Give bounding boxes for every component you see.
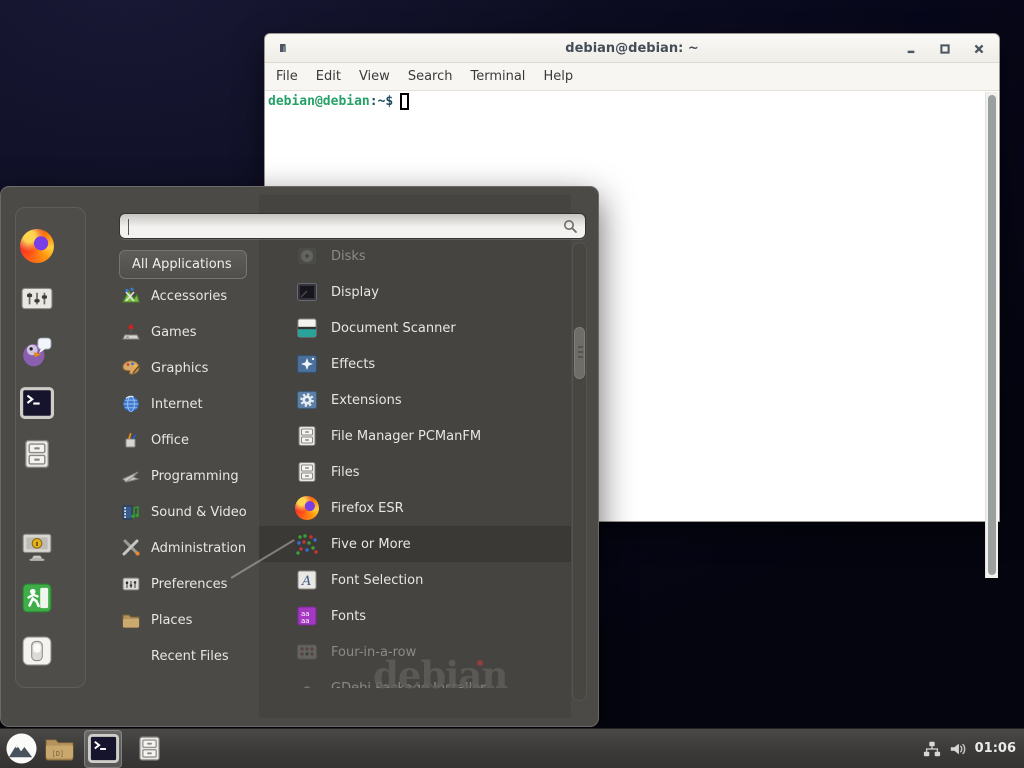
clock[interactable]: 01:06 [975, 741, 1016, 756]
accessories-icon [121, 286, 141, 306]
gdebi-icon [295, 676, 319, 688]
terminal-cursor [400, 93, 409, 110]
favorite-lock-screen-icon[interactable] [20, 529, 54, 563]
file-cabinet-icon [295, 460, 319, 484]
desktop: debian@debian: ~ File Edit View Search T… [0, 0, 1024, 768]
games-icon [121, 322, 141, 342]
search-input[interactable] [120, 214, 562, 238]
terminal-scrollbar-thumb[interactable] [988, 95, 996, 575]
apps-list: Disks Display Document Scanner Effects E… [259, 241, 571, 688]
category-all-applications[interactable]: All Applications [119, 250, 247, 279]
display-icon [295, 280, 319, 304]
graphics-icon [121, 358, 141, 378]
svg-text:A: A [301, 574, 311, 589]
firefox-icon [295, 496, 319, 520]
category-accessories[interactable]: Accessories [115, 278, 261, 314]
network-icon[interactable] [923, 740, 941, 758]
favorite-terminal-icon[interactable] [20, 386, 54, 420]
taskbar-terminal-button[interactable] [84, 730, 122, 768]
category-games[interactable]: Games [115, 314, 261, 350]
text-caret [128, 219, 129, 235]
document-scanner-icon [295, 316, 319, 340]
preferences-icon [121, 574, 141, 594]
app-item-extensions[interactable]: Extensions [259, 382, 571, 418]
search-icon [562, 218, 578, 234]
app-item-document-scanner[interactable]: Document Scanner [259, 310, 571, 346]
menu-item-edit[interactable]: Edit [307, 65, 350, 88]
menu-button[interactable] [2, 730, 40, 768]
places-folder-icon [121, 610, 141, 630]
app-item-disks[interactable]: Disks [259, 241, 571, 274]
app-item-display[interactable]: Display [259, 274, 571, 310]
favorite-shutdown-icon[interactable] [20, 634, 54, 668]
menu-item-view[interactable]: View [350, 65, 399, 88]
volume-icon[interactable] [949, 740, 967, 758]
app-item-fonts[interactable]: aaaa Fonts [259, 598, 571, 634]
menu-item-help[interactable]: Help [534, 65, 582, 88]
favorite-pidgin-icon[interactable] [20, 334, 54, 368]
fonts-icon: aaaa [295, 604, 319, 628]
category-graphics[interactable]: Graphics [115, 350, 261, 386]
prompt-user-host: debian@debian [268, 94, 370, 109]
favorite-logout-icon[interactable] [20, 581, 54, 615]
extensions-gear-icon [295, 388, 319, 412]
terminal-titlebar[interactable]: debian@debian: ~ [265, 34, 999, 63]
prompt-path: :~$ [370, 94, 393, 109]
four-in-a-row-icon [295, 640, 319, 664]
category-places[interactable]: Places [115, 602, 261, 638]
app-item-five-or-more[interactable]: Five or More [259, 526, 571, 562]
internet-icon [121, 394, 141, 414]
administration-icon [121, 538, 141, 558]
five-or-more-icon [295, 532, 319, 556]
close-icon[interactable] [973, 43, 985, 55]
app-item-firefox-esr[interactable]: Firefox ESR [259, 490, 571, 526]
search-box[interactable] [119, 213, 586, 239]
taskbar: [D] 01:06 [0, 728, 1024, 768]
applications-menu: All Applications Accessories Games Graph… [0, 186, 599, 727]
programming-icon [121, 466, 141, 486]
apps-scrollbar[interactable] [572, 242, 587, 701]
menu-item-search[interactable]: Search [399, 65, 462, 88]
taskbar-folder-icon[interactable]: [D] [40, 730, 78, 768]
sound-video-icon [121, 502, 141, 522]
svg-text:aa: aa [301, 617, 310, 625]
app-item-effects[interactable]: Effects [259, 346, 571, 382]
category-internet[interactable]: Internet [115, 386, 261, 422]
effects-icon [295, 352, 319, 376]
font-selection-icon: A [295, 568, 319, 592]
app-item-file-manager-pcmanfm[interactable]: File Manager PCManFM [259, 418, 571, 454]
terminal-menubar: File Edit View Search Terminal Help [265, 63, 999, 91]
menu-item-terminal[interactable]: Terminal [461, 65, 534, 88]
category-sound-video[interactable]: Sound & Video [115, 494, 261, 530]
debian-watermark: debian [373, 653, 507, 697]
shell-prompt: debian@debian:~$ [268, 93, 409, 110]
favorite-firefox-icon[interactable] [20, 229, 54, 263]
file-cabinet-icon [295, 424, 319, 448]
terminal-scrollbar[interactable] [985, 92, 998, 578]
category-programming[interactable]: Programming [115, 458, 261, 494]
category-administration[interactable]: Administration [115, 530, 261, 566]
office-icon [121, 430, 141, 450]
category-recent-files[interactable]: Recent Files [115, 638, 261, 674]
terminal-window-icon [279, 43, 289, 54]
favorite-file-manager-icon[interactable] [20, 437, 54, 471]
app-item-font-selection[interactable]: A Font Selection [259, 562, 571, 598]
disks-icon [295, 244, 319, 268]
menu-item-file[interactable]: File [267, 65, 307, 88]
window-title: debian@debian: ~ [265, 41, 999, 56]
maximize-icon[interactable] [939, 43, 951, 55]
minimize-icon[interactable] [905, 43, 917, 55]
svg-text:[D]: [D] [51, 750, 63, 758]
category-office[interactable]: Office [115, 422, 261, 458]
favorite-control-center-icon[interactable] [20, 281, 54, 315]
taskbar-file-cabinet-icon[interactable] [130, 730, 168, 768]
watermark-red-dot [477, 660, 483, 666]
apps-scrollbar-thumb[interactable] [574, 327, 585, 379]
app-item-files[interactable]: Files [259, 454, 571, 490]
